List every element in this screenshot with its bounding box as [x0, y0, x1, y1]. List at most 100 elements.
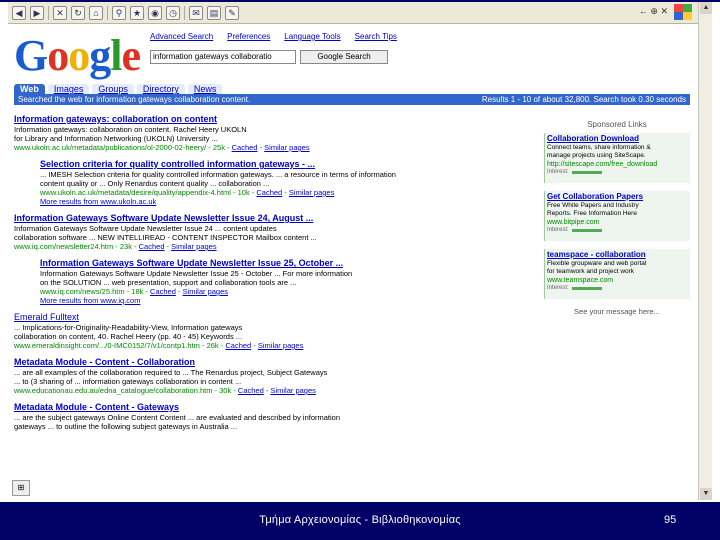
result-url-text: www.educationau.edu.au/edna_catalogue/co…	[14, 386, 236, 395]
result-item: Information Gateways Software Update New…	[14, 213, 534, 251]
search-tips-link[interactable]: Search Tips	[355, 32, 397, 41]
similar-pages-link[interactable]: Similar pages	[183, 287, 228, 296]
search-tabs: Web Images Groups Directory News	[14, 84, 223, 94]
ad-url[interactable]: http://sitescape.com/free_download	[547, 160, 687, 169]
similar-pages-link[interactable]: Similar pages	[270, 386, 315, 395]
cached-link[interactable]: Cached	[139, 242, 165, 251]
more-results-link[interactable]: More results from www.ukoln.ac.uk	[40, 197, 534, 206]
ad-title-link[interactable]: Collaboration Download	[547, 134, 687, 144]
interest-bar[interactable]	[571, 171, 602, 174]
logo-letter: l	[110, 31, 122, 80]
result-snippet: ... are the subject gateways Online Cont…	[14, 413, 341, 422]
scroll-up-icon[interactable]: ▲	[700, 2, 712, 14]
result-title-link[interactable]: Metadata Module - Content - Gateways	[14, 402, 534, 413]
toolbar-right-controls[interactable]: ← ⊕ ✕	[639, 6, 668, 17]
favorites-icon[interactable]: ★	[130, 5, 144, 20]
media-icon[interactable]: ◉	[148, 5, 162, 20]
result-title-link[interactable]: Information Gateways Software Update New…	[14, 213, 534, 224]
slide-nav-icon[interactable]: ⊞	[12, 480, 30, 496]
interest-bar[interactable]	[571, 287, 602, 290]
browser-content: Google Advanced Search Preferences Langu…	[8, 24, 698, 500]
tab-groups[interactable]: Groups	[92, 84, 134, 94]
result-item: Emerald Fulltext ... Implications-for-Or…	[14, 312, 534, 350]
search-icon[interactable]: ⚲	[112, 5, 126, 20]
tab-images[interactable]: Images	[47, 84, 90, 94]
similar-pages-link[interactable]: Similar pages	[289, 188, 334, 197]
sponsored-ad: teamspace - collaboration Flexible group…	[544, 249, 690, 299]
ad-url[interactable]: www.teamspace.com	[547, 276, 687, 285]
ad-title-link[interactable]: Get Collaboration Papers	[547, 192, 687, 202]
result-snippet: gateways ... to outline the following su…	[14, 422, 238, 431]
logo-letter: e	[121, 31, 141, 80]
toolbar-separator	[184, 5, 185, 20]
see-your-message-link[interactable]: See your message here...	[544, 307, 690, 316]
history-icon[interactable]: ◷	[166, 5, 180, 20]
result-title-link[interactable]: Selection criteria for quality controlle…	[40, 159, 534, 170]
similar-pages-link[interactable]: Similar pages	[258, 341, 303, 350]
similar-pages-link[interactable]: Similar pages	[264, 143, 309, 152]
refresh-icon[interactable]: ↻	[71, 5, 85, 20]
result-item: Metadata Module - Content - Gateways ...…	[14, 402, 534, 431]
stop-icon[interactable]: ✕	[53, 5, 67, 20]
result-title-link[interactable]: Emerald Fulltext	[14, 312, 534, 323]
result-url-text: www.iq.com/news/25.htm - 18k -	[40, 287, 148, 296]
cached-link[interactable]: Cached	[225, 341, 251, 350]
tab-web[interactable]: Web	[14, 84, 45, 94]
cached-link[interactable]: Cached	[256, 188, 282, 197]
ad-text: for teamwork and project work	[547, 268, 635, 275]
more-results-link[interactable]: More results from www.iq.com	[40, 296, 534, 305]
result-url: www.iq.com/newsletter24.htm - 23k - Cach…	[14, 242, 217, 251]
advanced-search-link[interactable]: Advanced Search	[150, 32, 213, 41]
toolbar-separator	[48, 5, 49, 20]
preferences-link[interactable]: Preferences	[227, 32, 270, 41]
tab-directory[interactable]: Directory	[136, 84, 185, 94]
result-snippet: Information gateways: collaboration on c…	[14, 125, 247, 134]
cached-link[interactable]: Cached	[238, 386, 264, 395]
tab-news[interactable]: News	[187, 84, 223, 94]
search-input[interactable]: information gateways collaboratio	[150, 50, 296, 64]
cached-link[interactable]: Cached	[232, 143, 258, 152]
result-title-link[interactable]: Information gateways: collaboration on c…	[14, 114, 534, 125]
ad-text: Connect teams, share information &	[547, 144, 651, 151]
ad-url[interactable]: www.bitpipe.com	[547, 218, 687, 227]
sponsored-ad: Collaboration Download Connect teams, sh…	[544, 133, 690, 183]
sponsored-heading: Sponsored Links	[587, 120, 647, 129]
result-url: www.iq.com/news/25.htm - 18k - Cached - …	[40, 287, 229, 296]
print-icon[interactable]: ▤	[207, 5, 221, 20]
scroll-down-icon[interactable]: ▼	[700, 488, 712, 500]
home-icon[interactable]: ⌂	[89, 5, 103, 20]
presentation-slide: ◀ ▶ ✕ ↻ ⌂ ⚲ ★ ◉ ◷ ✉ ▤ ✎ ← ⊕ ✕ ▲ ▼ Google…	[0, 0, 720, 540]
google-search-button[interactable]: Google Search	[300, 50, 388, 64]
ad-interest-label: Interest:	[547, 285, 569, 291]
result-snippet: Information Gateways Software Update New…	[40, 269, 353, 278]
slide-page-number: 95	[664, 514, 677, 526]
interest-bar[interactable]	[571, 229, 602, 232]
vertical-scrollbar[interactable]: ▲ ▼	[698, 2, 712, 500]
ad-text: Flexible groupware and web portal	[547, 260, 647, 267]
footer-title: Τμήμα Αρχειονομίας - Βιβλιοθηκονομίας	[259, 514, 461, 526]
mail-icon[interactable]: ✉	[189, 5, 203, 20]
result-url-text: www.emeraldinsight.com/.../0-IMC0152/7/v…	[14, 341, 224, 350]
result-title-link[interactable]: Information Gateways Software Update New…	[40, 258, 534, 269]
toolbar-separator	[107, 5, 108, 20]
edit-icon[interactable]: ✎	[225, 5, 239, 20]
result-snippet: on the SOLUTION ... web presentation, su…	[40, 278, 297, 287]
searched-for-text: Searched the web for information gateway…	[18, 95, 251, 104]
language-tools-link[interactable]: Language Tools	[284, 32, 340, 41]
forward-icon[interactable]: ▶	[30, 5, 44, 20]
similar-pages-link[interactable]: Similar pages	[171, 242, 216, 251]
result-title-link[interactable]: Metadata Module - Content - Collaboratio…	[14, 357, 534, 368]
google-logo[interactable]: Google	[14, 30, 141, 82]
result-url-text: www.ukoln.ac.uk/metadata/publications/ol…	[14, 143, 230, 152]
ad-title-link[interactable]: teamspace - collaboration	[547, 250, 687, 260]
logo-letter: o	[68, 31, 90, 80]
back-icon[interactable]: ◀	[12, 5, 26, 20]
cached-link[interactable]: Cached	[150, 287, 176, 296]
search-results: Information gateways: collaboration on c…	[14, 114, 534, 438]
ad-interest: Interest:	[547, 227, 687, 234]
results-count-text: Results 1 - 10 of about 32,800. Search t…	[481, 95, 686, 104]
result-snippet: ... are all examples of the collaboratio…	[14, 368, 328, 377]
ad-text: manage projects using SiteScape.	[547, 152, 646, 159]
ad-interest: Interest:	[547, 285, 687, 292]
result-snippet: ... IMESH Selection criteria for quality…	[40, 170, 396, 179]
